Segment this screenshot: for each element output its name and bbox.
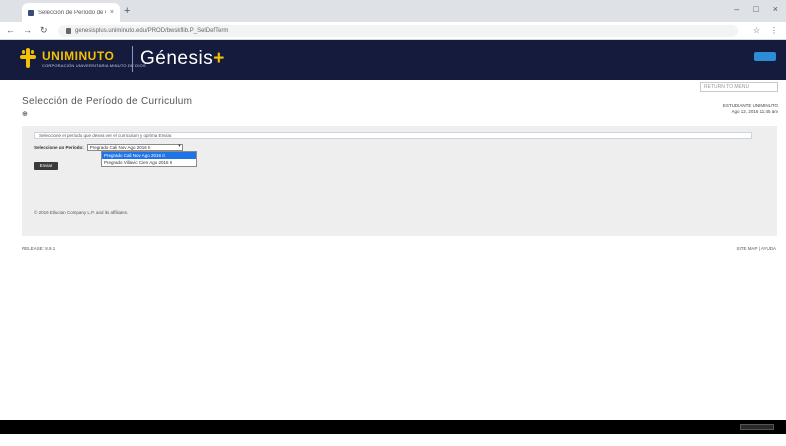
submit-button[interactable]: Enviar [34, 162, 58, 170]
taskbar [0, 420, 786, 434]
term-option[interactable]: Pregrado Villavic Cien Ago 2016 II [102, 159, 196, 166]
close-window-icon[interactable]: × [773, 4, 778, 14]
forward-icon[interactable]: → [23, 25, 32, 36]
window-controls: – □ × [734, 4, 778, 14]
genesis-logo: Génesis+ [140, 48, 225, 70]
banner-divider [132, 46, 133, 72]
user-info: ESTUDIANTE UNIMINUTO Ago 12, 2016 11:45 … [723, 103, 778, 115]
term-option[interactable]: Pregrado Cali Nov Ago 2016 II [102, 152, 196, 159]
nav-buttons: ← → ↻ [6, 25, 48, 36]
term-dropdown-list: Pregrado Cali Nov Ago 2016 II Pregrado V… [101, 151, 197, 167]
product-name: Génesis [140, 48, 214, 69]
lock-icon [66, 28, 71, 34]
close-tab-icon[interactable]: × [110, 9, 114, 16]
logo-mark-icon [20, 48, 36, 68]
info-icon[interactable]: ⊕ [22, 110, 28, 118]
user-date: Ago 12, 2016 11:45 am [731, 109, 778, 114]
address-bar: ← → ↻ genesisplus.uniminuto.edu/PROD/bws… [0, 22, 786, 40]
url-field[interactable]: genesisplus.uniminuto.edu/PROD/bwskflib.… [58, 25, 738, 37]
tab-title: Selección de Período de Curric... [38, 9, 106, 16]
term-select[interactable]: Pregrado Cali Nov Ago 2016 II ▾ [86, 143, 183, 151]
brand-subtitle: CORPORACIÓN UNIVERSITARIA MINUTO DE DIOS [42, 62, 146, 68]
menu-icon[interactable]: ⋮ [770, 26, 778, 35]
product-plus: + [213, 48, 225, 69]
browser-tab-bar: Selección de Período de Curric... × + – … [0, 0, 786, 22]
uniminuto-logo[interactable]: UNIMINUTO CORPORACIÓN UNIVERSITARIA MINU… [20, 48, 146, 68]
term-label: Seleccione un Período: [34, 145, 84, 150]
maximize-icon[interactable]: □ [753, 4, 758, 14]
term-select-value: Pregrado Cali Nov Ago 2016 II [89, 145, 151, 150]
term-form-row: Seleccione un Período: Pregrado Cali Nov… [34, 144, 183, 151]
footer-links[interactable]: SITE MAP | AYUDA [736, 246, 776, 251]
bookmark-star-icon[interactable]: ☆ [753, 26, 760, 35]
copyright-text: © 2016 Ellucian Company L.P. and its aff… [34, 210, 129, 215]
info-message: Seleccione el período que desea ver el c… [34, 132, 752, 139]
url-text: genesisplus.uniminuto.edu/PROD/bwskflib.… [75, 28, 229, 34]
reload-icon[interactable]: ↻ [40, 25, 48, 36]
page-title: Selección de Período de Curriculum [22, 96, 193, 107]
return-menu-field[interactable]: RETURN TO MENU [700, 82, 778, 92]
site-banner: UNIMINUTO CORPORACIÓN UNIVERSITARIA MINU… [0, 40, 786, 80]
taskbar-tray [740, 424, 774, 430]
favicon-icon [28, 9, 34, 16]
content-panel: Seleccione el período que desea ver el c… [22, 126, 777, 236]
chevron-down-icon: ▾ [178, 143, 181, 149]
new-tab-button[interactable]: + [124, 5, 130, 17]
brand-name: UNIMINUTO [42, 48, 115, 63]
release-version: RELEASE: 8.9.1 [22, 246, 56, 251]
browser-tab[interactable]: Selección de Período de Curric... × [22, 3, 120, 22]
help-button[interactable] [754, 52, 776, 61]
back-icon[interactable]: ← [6, 25, 15, 36]
address-actions: ☆ ⋮ [753, 26, 778, 35]
minimize-icon[interactable]: – [734, 4, 739, 14]
